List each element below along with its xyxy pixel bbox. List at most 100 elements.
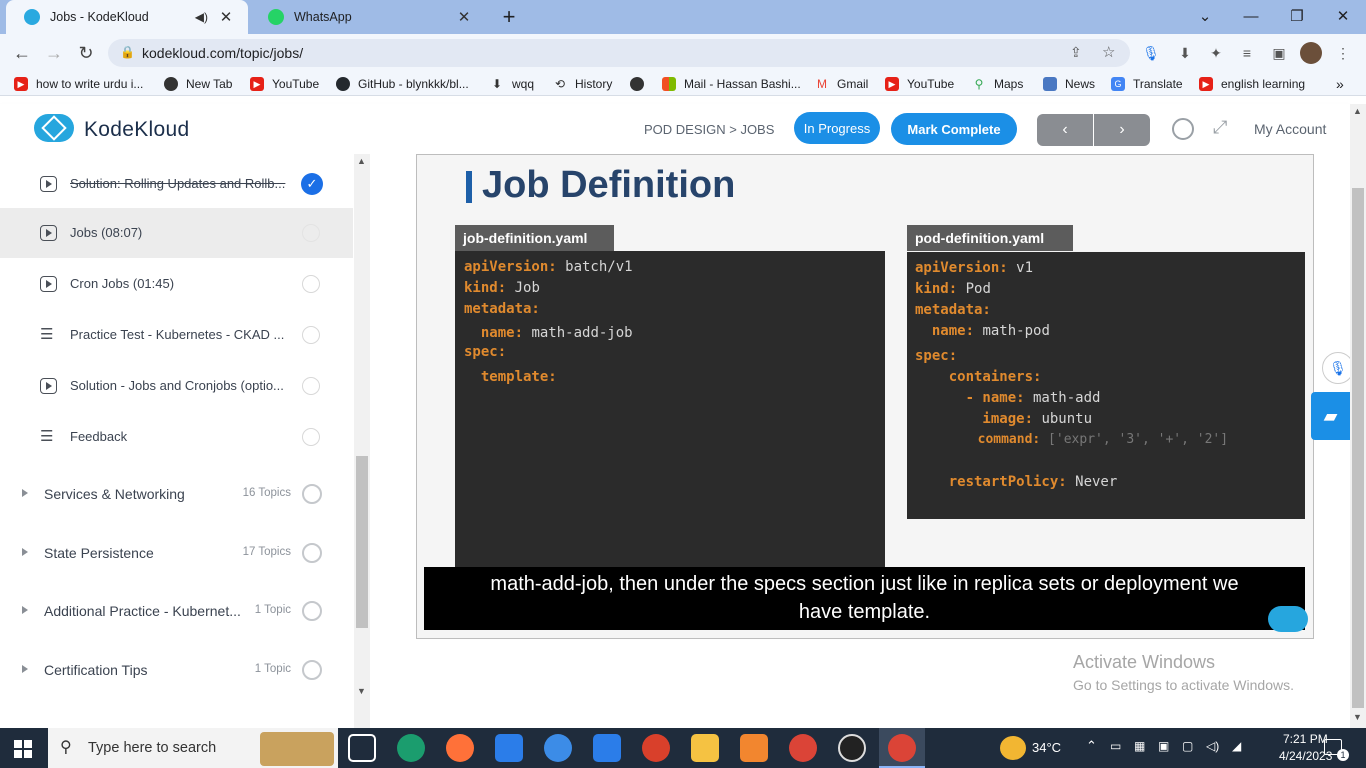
bookmark-star-icon[interactable]: ☆ <box>1102 43 1115 61</box>
battery-icon[interactable]: ▭ <box>1110 739 1121 753</box>
bookmark-item[interactable]: ▶ YouTube <box>250 75 319 93</box>
incomplete-circle-icon[interactable] <box>302 224 320 242</box>
mail-icon[interactable] <box>593 734 621 762</box>
close-tab-icon[interactable]: ✕ <box>456 8 472 26</box>
share-icon[interactable]: ⇪ <box>1070 44 1082 61</box>
incomplete-circle-icon[interactable] <box>302 377 320 395</box>
address-bar[interactable]: 🔒 kodekloud.com/topic/jobs/ ⇪ ☆ <box>108 39 1130 67</box>
reading-list-icon[interactable]: ≡ <box>1236 42 1258 64</box>
temperature-text[interactable]: 34°C <box>1032 740 1061 755</box>
app-icon[interactable] <box>642 734 670 762</box>
theme-toggle-icon[interactable] <box>1172 118 1194 140</box>
active-chrome-taskbar-item[interactable] <box>879 728 925 768</box>
bookmark-item[interactable]: G Translate <box>1111 75 1183 93</box>
section-item[interactable]: Services & Networking 16 Topics <box>0 466 353 522</box>
show-hidden-icons-icon[interactable]: ⌃ <box>1086 738 1097 754</box>
url-text: kodekloud.com/topic/jobs/ <box>142 45 304 61</box>
restore-icon[interactable]: ❐ <box>1274 0 1320 32</box>
device-icon[interactable]: ▣ <box>1158 739 1169 753</box>
speaker-icon[interactable]: ◀) <box>195 10 208 24</box>
display-icon[interactable]: ▢ <box>1182 739 1193 753</box>
lesson-item[interactable]: Solution - Jobs and Cronjobs (optio... <box>0 361 353 411</box>
section-item[interactable]: Certification Tips 1 Topic <box>0 642 353 698</box>
file-explorer-icon[interactable] <box>691 734 719 762</box>
bookmark-item[interactable]: ⚲ Maps <box>972 75 1024 93</box>
section-item[interactable]: Additional Practice - Kubernet... 1 Topi… <box>0 583 353 639</box>
lesson-item[interactable]: ☰ Feedback <box>0 412 353 462</box>
extensions-puzzle-icon[interactable]: ✦ <box>1205 42 1227 64</box>
wifi-icon[interactable]: ◢ <box>1232 739 1241 753</box>
task-view-icon[interactable] <box>348 734 376 762</box>
incomplete-circle-icon[interactable] <box>302 326 320 344</box>
firefox-icon[interactable] <box>446 734 474 762</box>
network-icon[interactable]: ▦ <box>1134 739 1145 753</box>
in-progress-button[interactable]: In Progress <box>794 112 880 144</box>
bookmark-item[interactable]: New Tab <box>164 75 232 93</box>
bookmark-item[interactable]: ⬇ wqq <box>490 75 534 93</box>
microphone-extension-icon[interactable]: 🎙 <box>1140 42 1162 64</box>
download-extension-icon[interactable]: ⬇ <box>1174 42 1196 64</box>
back-icon[interactable]: ← <box>9 40 35 66</box>
logo-text[interactable]: KodeKloud <box>84 118 189 142</box>
bookmark-item[interactable]: M Gmail <box>815 75 868 93</box>
tab-kodekloud[interactable]: Jobs - KodeKloud ◀) ✕ <box>6 0 248 34</box>
my-account-link[interactable]: My Account <box>1254 121 1326 137</box>
minimize-icon[interactable]: — <box>1228 0 1274 32</box>
code-block-right: apiVersion: v1 kind: Pod metadata: name:… <box>907 252 1305 519</box>
microsoft-store-icon[interactable] <box>495 734 523 762</box>
page-scrollbar[interactable]: ▲ ▼ <box>1350 104 1366 728</box>
close-tab-icon[interactable]: ✕ <box>218 8 234 26</box>
lesson-item[interactable]: Solution: Rolling Updates and Rollb... ✓ <box>0 159 353 209</box>
app-icon[interactable] <box>740 734 768 762</box>
whatsapp-favicon-icon <box>268 9 284 25</box>
tab-whatsapp[interactable]: WhatsApp ✕ <box>250 0 486 34</box>
incomplete-circle-icon[interactable] <box>302 275 320 293</box>
menu-kebab-icon[interactable]: ⋮ <box>1332 42 1354 64</box>
lesson-item-current[interactable]: Jobs (08:07) <box>0 208 353 258</box>
volume-icon[interactable]: ◁) <box>1206 739 1219 753</box>
skype-icon[interactable] <box>544 734 572 762</box>
scroll-up-arrow-icon[interactable]: ▲ <box>357 156 366 166</box>
lesson-item[interactable]: Cron Jobs (01:45) <box>0 259 353 309</box>
globe-bookmark[interactable] <box>630 75 652 93</box>
more-bookmarks-icon[interactable]: » <box>1336 75 1344 93</box>
bookmark-item[interactable]: GitHub - blynkkk/bl... <box>336 75 469 93</box>
sidebar-scrollbar[interactable]: ▲ ▼ <box>354 154 370 728</box>
edge-browser-icon[interactable] <box>397 734 425 762</box>
activate-windows-subtitle: Go to Settings to activate Windows. <box>1073 677 1294 693</box>
bookmark-item[interactable]: News <box>1043 75 1095 93</box>
kodekloud-logo-icon[interactable] <box>34 114 74 142</box>
side-panel-icon[interactable]: ▣ <box>1268 42 1290 64</box>
chrome-icon[interactable] <box>789 734 817 762</box>
scroll-down-arrow-icon[interactable]: ▼ <box>357 686 366 696</box>
camera-app-icon[interactable] <box>838 734 866 762</box>
bookmark-item[interactable]: ▶ english learning <box>1199 75 1305 93</box>
clock-time[interactable]: 7:21 PM <box>1283 732 1328 746</box>
youtube-icon: ▶ <box>885 77 899 91</box>
tab-search-icon[interactable]: ⌄ <box>1182 0 1228 32</box>
lesson-item[interactable]: ☰ Practice Test - Kubernetes - CKAD ... <box>0 310 353 360</box>
profile-avatar[interactable] <box>1300 42 1322 64</box>
reload-icon[interactable]: ↻ <box>73 40 99 66</box>
previous-lesson-button[interactable]: ‹ <box>1037 114 1093 146</box>
bookmark-item[interactable]: ▶ YouTube <box>885 75 954 93</box>
new-tab-icon[interactable]: + <box>496 4 522 30</box>
close-window-icon[interactable]: ✕ <box>1320 0 1366 32</box>
scroll-up-arrow-icon[interactable]: ▲ <box>1353 106 1362 116</box>
section-item[interactable]: State Persistence 17 Topics <box>0 525 353 581</box>
mark-complete-button[interactable]: Mark Complete <box>891 113 1017 145</box>
bookmark-item[interactable]: ⟲ History <box>553 75 612 93</box>
scroll-down-arrow-icon[interactable]: ▼ <box>1353 712 1362 722</box>
bookmark-item[interactable]: Mail - Hassan Bashi... <box>662 75 801 93</box>
windows-start-icon[interactable] <box>14 740 32 758</box>
chat-widget-icon[interactable]: ▰ <box>1311 392 1350 440</box>
incomplete-circle-icon[interactable] <box>302 428 320 446</box>
fullscreen-icon[interactable]: ⤢ <box>1213 117 1227 138</box>
scrollbar-thumb[interactable] <box>1352 188 1364 708</box>
scrollbar-thumb[interactable] <box>356 456 368 628</box>
forward-icon[interactable]: → <box>41 40 67 66</box>
completed-check-icon[interactable]: ✓ <box>301 173 323 195</box>
bookmark-item[interactable]: ▶ how to write urdu i... <box>14 75 143 93</box>
next-lesson-button[interactable]: › <box>1094 114 1150 146</box>
weather-icon[interactable] <box>1000 736 1026 760</box>
